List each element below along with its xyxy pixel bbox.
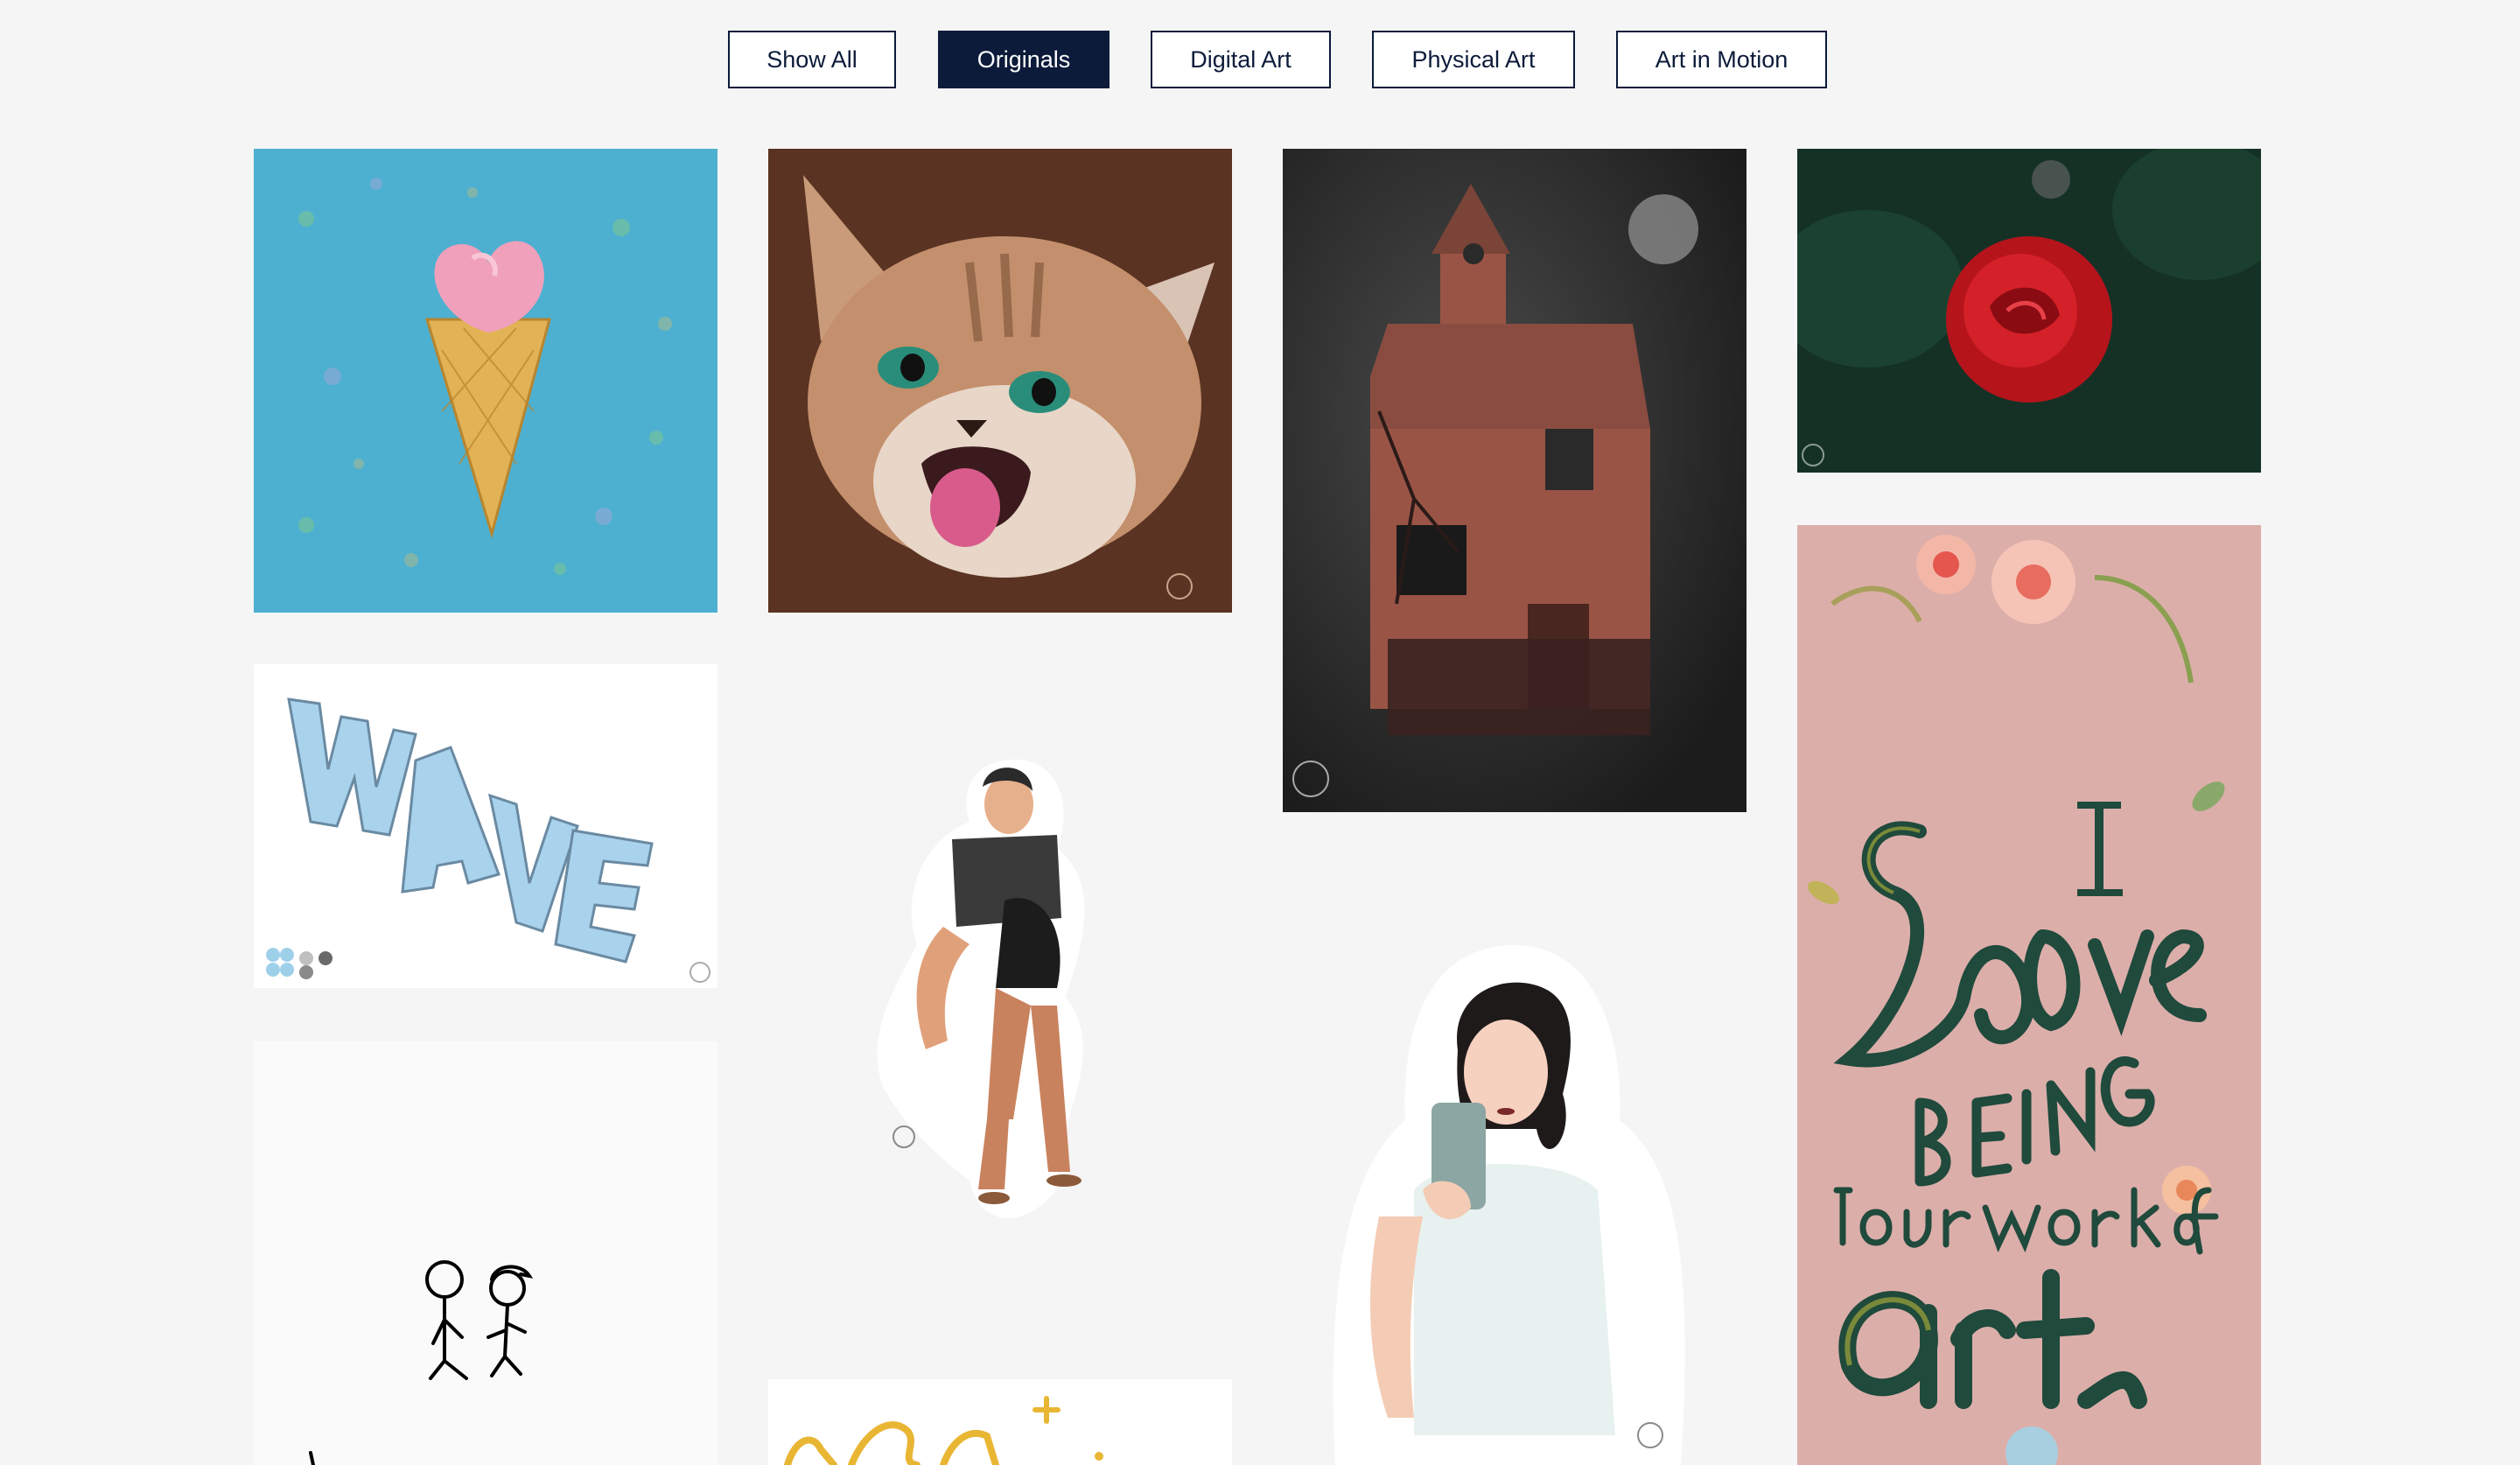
ice-cream-artwork <box>254 149 718 613</box>
gold-script-artwork <box>768 1379 1232 1465</box>
stick-figures-artwork <box>254 1041 718 1465</box>
rose-artwork <box>1797 149 2261 473</box>
wave-lettering-artwork <box>254 664 718 988</box>
artwork-tile-stick-figures[interactable] <box>254 1041 718 1465</box>
couple-sticker-artwork <box>768 664 1232 1242</box>
haunted-house-artwork <box>1283 149 1746 812</box>
artwork-tile-haunted-house[interactable] <box>1283 149 1746 812</box>
artwork-tile-wave[interactable] <box>254 664 718 988</box>
artwork-tile-rose[interactable] <box>1797 149 2261 473</box>
artwork-tile-ice-cream[interactable] <box>254 149 718 613</box>
artwork-tile-gold-script[interactable] <box>768 1379 1232 1465</box>
mirror-selfie-artwork <box>1283 928 1746 1465</box>
artwork-tile-love-lettering[interactable] <box>1797 525 2261 1465</box>
artwork-tile-kitten[interactable] <box>768 149 1232 613</box>
artwork-tile-couple-sticker[interactable] <box>768 664 1232 1242</box>
kitten-artwork <box>768 149 1232 613</box>
artwork-tile-mirror-selfie[interactable] <box>1283 928 1746 1465</box>
artwork-gallery-grid <box>0 0 2520 1465</box>
love-lettering-artwork <box>1797 525 2261 1465</box>
